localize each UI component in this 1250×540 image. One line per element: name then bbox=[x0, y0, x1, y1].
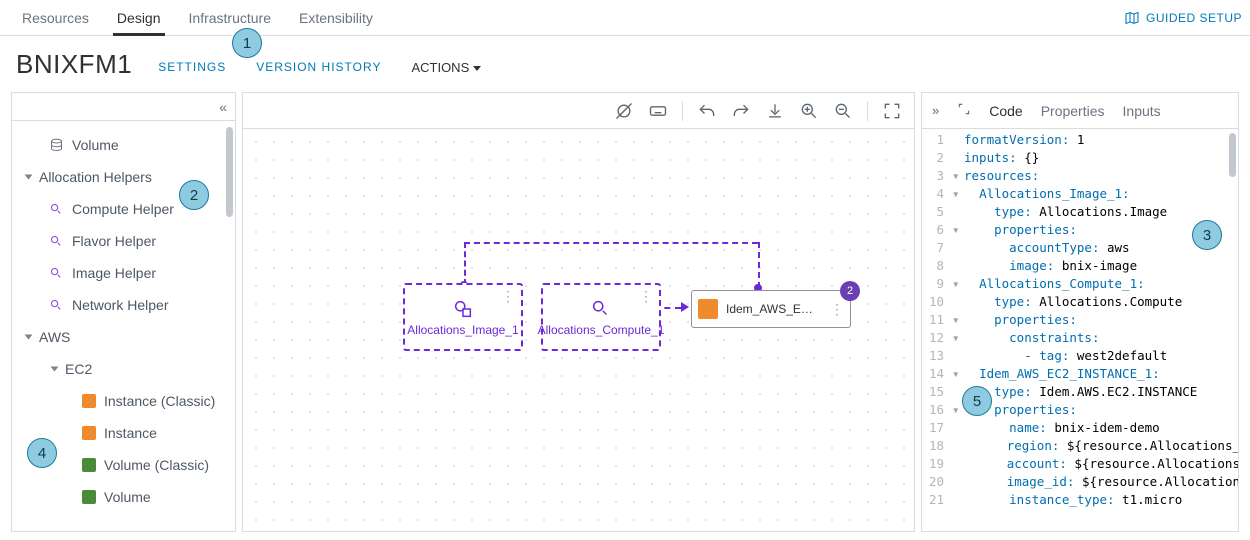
design-canvas-panel: ⋮ Allocations_Image_1 ⋮ Allocations_Comp… bbox=[242, 92, 915, 532]
node-allocations-compute[interactable]: ⋮ Allocations_Compute_1 bbox=[541, 283, 661, 351]
node-allocations-image[interactable]: ⋮ Allocations_Image_1 bbox=[403, 283, 523, 351]
code-editor[interactable]: 1 formatVersion: 1 2 inputs: {} 3▾resour… bbox=[922, 129, 1238, 531]
fullscreen-icon[interactable] bbox=[882, 101, 902, 121]
map-icon bbox=[1124, 10, 1140, 26]
callout-5: 5 bbox=[962, 386, 992, 416]
instance-icon bbox=[82, 394, 96, 408]
tab-extensibility[interactable]: Extensibility bbox=[285, 0, 387, 35]
instance-icon bbox=[82, 426, 96, 440]
kebab-icon[interactable]: ⋮ bbox=[830, 304, 844, 314]
chevron-down-icon bbox=[473, 66, 481, 71]
volume-icon bbox=[82, 490, 96, 504]
tree-item-image-helper[interactable]: Image Helper bbox=[12, 257, 235, 289]
kebab-icon[interactable]: ⋮ bbox=[501, 291, 515, 301]
tree-item-flavor-helper[interactable]: Flavor Helper bbox=[12, 225, 235, 257]
title-row: BNIXFM1 SETTINGS VERSION HISTORY ACTIONS bbox=[0, 36, 1250, 92]
top-tabs: Resources Design Infrastructure Extensib… bbox=[0, 0, 1250, 36]
fullscreen-icon[interactable] bbox=[957, 102, 971, 119]
database-icon bbox=[48, 137, 64, 153]
callout-4: 4 bbox=[27, 438, 57, 468]
guided-setup-link[interactable]: GUIDED SETUP bbox=[1124, 10, 1242, 26]
chevron-down-icon bbox=[25, 175, 33, 180]
tab-inputs[interactable]: Inputs bbox=[1123, 103, 1161, 119]
settings-link[interactable]: SETTINGS bbox=[158, 60, 226, 74]
collapse-left-icon[interactable]: « bbox=[219, 99, 227, 115]
scrollbar-thumb[interactable] bbox=[226, 127, 233, 217]
tab-resources[interactable]: Resources bbox=[8, 0, 103, 35]
undo-icon[interactable] bbox=[697, 101, 717, 121]
notification-badge: 2 bbox=[840, 281, 860, 301]
flavor-helper-icon bbox=[48, 233, 64, 249]
instance-icon bbox=[698, 299, 718, 319]
actions-menu[interactable]: ACTIONS bbox=[411, 60, 481, 75]
volume-icon bbox=[82, 458, 96, 472]
node-idem-aws-ec2[interactable]: Idem_AWS_E… ⋮ 2 bbox=[691, 290, 851, 328]
blueprint-title: BNIXFM1 bbox=[16, 49, 132, 80]
tree-group-ec2[interactable]: EC2 bbox=[12, 353, 235, 385]
image-helper-icon bbox=[452, 298, 474, 323]
tree-item-volume-top[interactable]: Volume bbox=[12, 129, 235, 161]
keyboard-icon[interactable] bbox=[648, 101, 668, 121]
tree-item-instance-classic[interactable]: Instance (Classic) bbox=[12, 385, 235, 417]
code-panel: » Code Properties Inputs 1 formatVersion… bbox=[921, 92, 1239, 532]
tree-group-aws[interactable]: AWS bbox=[12, 321, 235, 353]
compute-helper-icon bbox=[48, 201, 64, 217]
callout-1: 1 bbox=[232, 28, 262, 58]
tab-properties[interactable]: Properties bbox=[1041, 103, 1105, 119]
version-history-link[interactable]: VERSION HISTORY bbox=[256, 60, 381, 74]
zoom-in-icon[interactable] bbox=[799, 101, 819, 121]
image-helper-icon bbox=[48, 265, 64, 281]
tree-item-network-helper[interactable]: Network Helper bbox=[12, 289, 235, 321]
network-helper-icon bbox=[48, 297, 64, 313]
canvas-toolbar bbox=[243, 93, 914, 129]
zoom-out-icon[interactable] bbox=[833, 101, 853, 121]
download-icon[interactable] bbox=[765, 101, 785, 121]
tab-code[interactable]: Code bbox=[989, 103, 1022, 119]
redo-icon[interactable] bbox=[731, 101, 751, 121]
expand-right-icon[interactable]: » bbox=[932, 103, 939, 118]
tab-design[interactable]: Design bbox=[103, 0, 175, 35]
chevron-down-icon bbox=[25, 335, 33, 340]
callout-2: 2 bbox=[179, 180, 209, 210]
compute-helper-icon bbox=[590, 298, 612, 323]
callout-3: 3 bbox=[1192, 220, 1222, 250]
chevron-down-icon bbox=[51, 367, 59, 372]
target-icon[interactable] bbox=[614, 101, 634, 121]
tree-item-volume[interactable]: Volume bbox=[12, 481, 235, 513]
scrollbar-thumb[interactable] bbox=[1229, 133, 1236, 177]
kebab-icon[interactable]: ⋮ bbox=[639, 291, 653, 301]
canvas[interactable]: ⋮ Allocations_Image_1 ⋮ Allocations_Comp… bbox=[243, 129, 914, 531]
tab-infrastructure[interactable]: Infrastructure bbox=[175, 0, 285, 35]
